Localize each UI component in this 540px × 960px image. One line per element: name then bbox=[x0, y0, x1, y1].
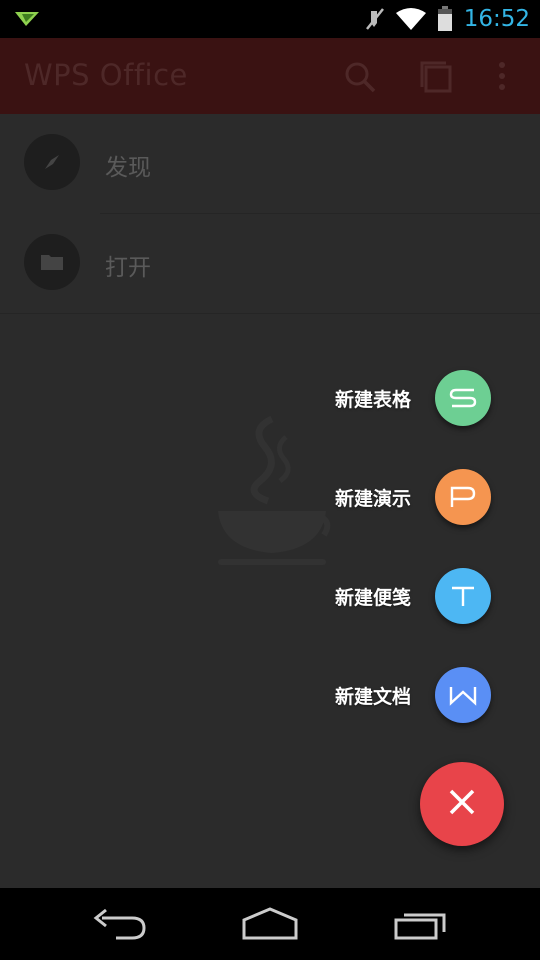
document-icon[interactable] bbox=[435, 667, 491, 723]
new-document-label: 新建文档 bbox=[334, 685, 411, 708]
close-fab-button[interactable] bbox=[420, 762, 504, 846]
wifi-icon bbox=[395, 7, 427, 31]
app-bar: WPS Office bbox=[0, 38, 540, 114]
presentation-icon[interactable] bbox=[435, 469, 491, 525]
recents-icon[interactable] bbox=[392, 906, 452, 946]
compass-icon bbox=[24, 134, 80, 190]
list-item-label: 打开 bbox=[105, 255, 151, 281]
back-icon[interactable] bbox=[92, 906, 148, 946]
new-note-label: 新建便笺 bbox=[334, 586, 411, 609]
close-icon bbox=[449, 789, 475, 819]
coffee-cup-watermark-icon bbox=[210, 415, 335, 574]
new-note-action[interactable]: 新建便笺 bbox=[335, 568, 491, 624]
new-presentation-action[interactable]: 新建演示 bbox=[335, 469, 491, 525]
new-document-action[interactable]: 新建文档 bbox=[335, 667, 491, 723]
battery-icon bbox=[437, 6, 453, 32]
notification-plane-icon bbox=[14, 10, 40, 32]
home-icon[interactable] bbox=[240, 906, 300, 946]
mute-icon bbox=[365, 7, 385, 31]
windows-icon[interactable] bbox=[419, 60, 453, 98]
note-icon[interactable] bbox=[435, 568, 491, 624]
list-item-discover[interactable]: 发现 bbox=[0, 114, 540, 214]
system-nav-bar bbox=[0, 888, 540, 960]
folder-icon bbox=[24, 234, 80, 290]
spreadsheet-icon[interactable] bbox=[435, 370, 491, 426]
list-item-label: 发现 bbox=[105, 155, 151, 181]
new-presentation-label: 新建演示 bbox=[334, 487, 411, 510]
new-spreadsheet-label: 新建表格 bbox=[334, 388, 411, 411]
clock: 16:52 bbox=[463, 6, 530, 32]
search-icon[interactable] bbox=[343, 60, 377, 98]
list-item-open[interactable]: 打开 bbox=[0, 214, 540, 314]
divider bbox=[0, 313, 540, 314]
overflow-menu-icon[interactable] bbox=[494, 60, 510, 98]
new-spreadsheet-action[interactable]: 新建表格 bbox=[335, 370, 491, 426]
app-title: WPS Office bbox=[24, 58, 188, 92]
status-bar: 16:52 bbox=[0, 0, 540, 38]
nav-list: 发现 打开 bbox=[0, 114, 540, 314]
